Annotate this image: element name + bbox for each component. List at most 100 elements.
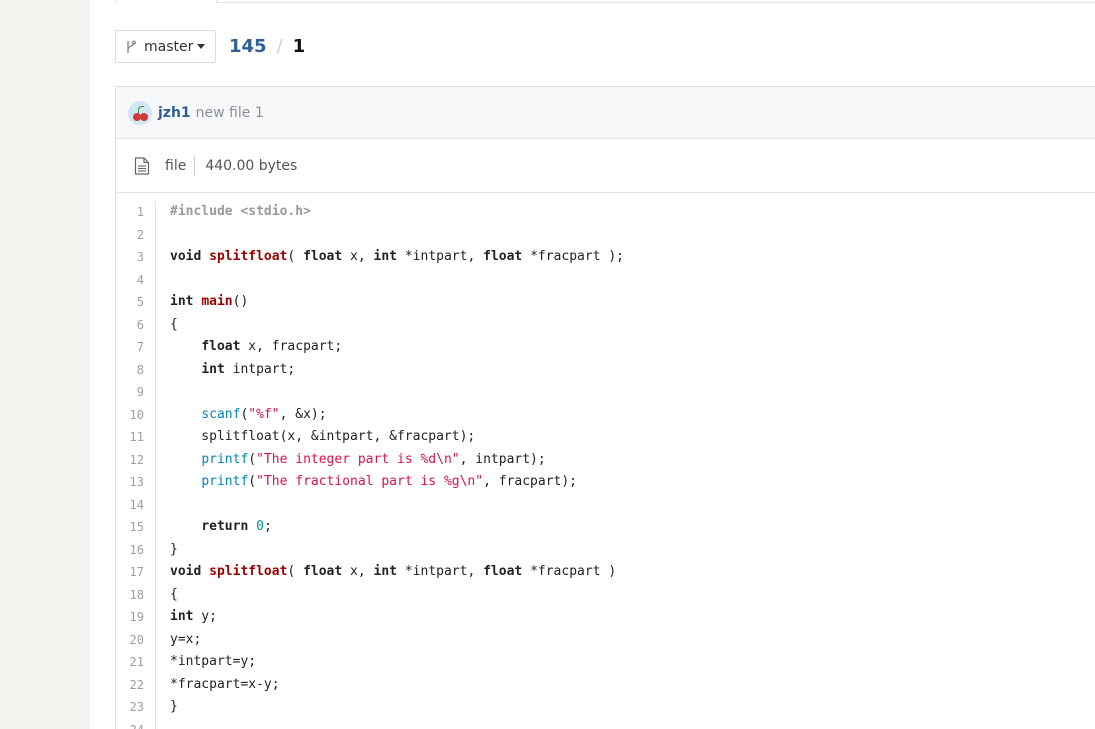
line-number[interactable]: 10 [116, 403, 156, 426]
line-source: int y; [156, 606, 217, 629]
line-number[interactable]: 7 [116, 336, 156, 359]
line-number[interactable]: 14 [116, 493, 156, 516]
code-line: 8 int intpart; [116, 358, 1095, 381]
code-line: 9 [116, 381, 1095, 404]
line-number[interactable]: 1 [116, 201, 156, 224]
code-token: "The fractional part is %g\n" [256, 474, 484, 489]
code-line: 24 [116, 718, 1095, 729]
line-source [156, 719, 170, 729]
line-number[interactable]: 17 [116, 561, 156, 584]
code-token: ( [287, 249, 304, 264]
line-number[interactable]: 12 [116, 448, 156, 471]
line-source: { [156, 584, 178, 607]
code-token: splitfloat(x, &intpart, &fracpart); [170, 429, 476, 444]
line-source: void splitfloat( float x, int *intpart, … [156, 561, 616, 584]
code-token: { [170, 316, 178, 332]
code-token: void [170, 564, 202, 579]
line-number[interactable]: 23 [116, 696, 156, 719]
code-token: , intpart); [459, 451, 546, 467]
commit-author-link[interactable]: jzh1 [158, 105, 191, 121]
breadcrumb-repo-link[interactable]: 145 [229, 36, 267, 57]
left-sidebar-strip [0, 0, 90, 729]
code-token: , fracpart); [483, 474, 578, 489]
line-number[interactable]: 15 [116, 516, 156, 539]
code-token: *fracpart=x-y; [170, 676, 280, 692]
code-token: int [373, 564, 398, 579]
line-number[interactable]: 6 [116, 313, 156, 336]
commit-message-link[interactable]: new file 1 [196, 105, 264, 121]
code-token: float [483, 249, 523, 264]
code-line: 21 *intpart=y; [116, 651, 1095, 674]
cherry-icon [140, 112, 148, 121]
code-token: *intpart, [397, 249, 484, 264]
file-size: 440.00 bytes [205, 157, 298, 174]
line-number[interactable]: 18 [116, 583, 156, 606]
line-number[interactable]: 22 [116, 673, 156, 696]
line-source: int main() [156, 291, 248, 314]
code-token: x, fracpart; [240, 339, 343, 354]
line-number[interactable]: 8 [116, 358, 156, 381]
branch-selector[interactable]: master [115, 30, 216, 63]
line-source: return 0; [156, 516, 272, 539]
code-token: x, [342, 249, 374, 264]
chevron-down-icon [197, 44, 206, 49]
code-line: 20 y=x; [116, 628, 1095, 651]
code-token: int [170, 294, 194, 309]
code-token: int [170, 609, 194, 624]
line-number[interactable]: 11 [116, 426, 156, 449]
file-info-divider [194, 155, 196, 176]
breadcrumb-current-file: 1 [292, 35, 306, 57]
line-source: *intpart=y; [156, 651, 256, 674]
file-icon [134, 156, 150, 175]
code-line: 4 [116, 268, 1095, 291]
line-number[interactable]: 21 [116, 651, 156, 674]
code-token: splitfloat [209, 564, 288, 579]
line-number[interactable]: 4 [116, 268, 156, 291]
code-token: ; [263, 519, 272, 534]
line-number[interactable]: 16 [116, 538, 156, 561]
code-token: printf [201, 474, 249, 489]
file-info-bar: file 440.00 bytes [116, 139, 1095, 193]
code-token: printf [201, 451, 249, 467]
line-source: } [156, 539, 178, 562]
line-number[interactable]: 3 [116, 246, 156, 269]
code-token: 0 [256, 519, 264, 534]
breadcrumb: 145 / 1 [229, 34, 305, 58]
line-number[interactable]: 2 [116, 223, 156, 246]
code-token: main [201, 294, 233, 309]
code-line: 13 printf("The fractional part is %g\n",… [116, 471, 1095, 494]
line-number[interactable]: 5 [116, 291, 156, 314]
code-token: "%f" [248, 406, 280, 422]
line-source: splitfloat(x, &intpart, &fracpart); [156, 426, 475, 449]
line-number[interactable]: 20 [116, 628, 156, 651]
avatar[interactable] [128, 100, 152, 125]
line-source: scanf("%f", &x); [156, 404, 326, 427]
code-token: ( [248, 451, 257, 467]
code-token: { [170, 586, 178, 602]
code-token: float [303, 564, 343, 579]
line-source [156, 494, 170, 517]
code-line: 23} [116, 696, 1095, 719]
line-number[interactable]: 24 [116, 718, 156, 729]
commit-info-bar: jzh1 new file 1 [116, 87, 1095, 139]
code-line: 16} [116, 538, 1095, 562]
line-number[interactable]: 13 [116, 471, 156, 494]
top-tab-edge [115, 0, 1095, 3]
code-line: 12 printf("The integer part is %d\n", in… [116, 448, 1095, 471]
code-token: #include <stdio.h> [170, 204, 311, 219]
line-source [156, 381, 170, 404]
code-view[interactable]: 1 #include <stdio.h> 2 3 void splitfloat( fl… [116, 193, 1095, 729]
code-line: 5 int main() [116, 291, 1095, 314]
line-number[interactable]: 9 [116, 381, 156, 404]
code-token: int [373, 249, 398, 264]
code-token: return [201, 519, 249, 534]
line-source: #include <stdio.h> [156, 201, 311, 224]
branch-label: master [144, 38, 194, 55]
line-number[interactable]: 19 [116, 606, 156, 629]
